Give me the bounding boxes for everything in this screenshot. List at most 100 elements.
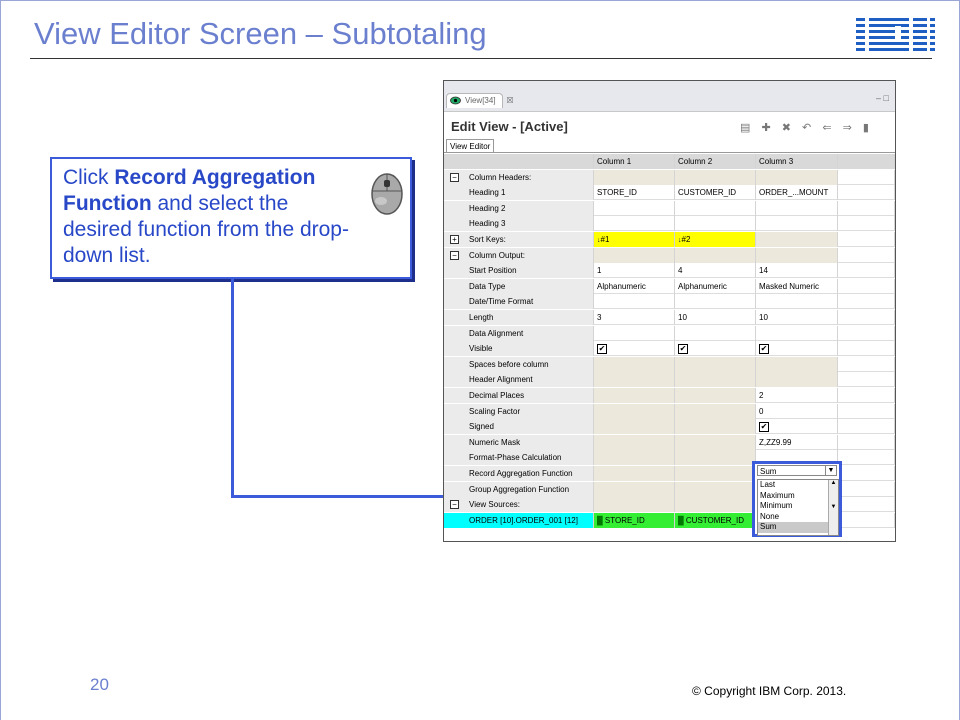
grid-cell[interactable]: ↓#1 <box>594 232 675 247</box>
left-arrow-icon[interactable]: ⇐ <box>822 122 835 134</box>
right-arrow-icon[interactable]: ⇒ <box>843 122 856 134</box>
save-icon[interactable]: ▤ <box>740 122 754 134</box>
row-label[interactable]: Format-Phase Calculation <box>444 450 594 466</box>
column-header[interactable]: Column 1 <box>594 154 675 169</box>
grid-cell[interactable]: Alphanumeric <box>675 278 756 294</box>
collapse-icon[interactable]: − <box>450 500 459 510</box>
chevron-down-icon[interactable]: ▼ <box>825 466 836 475</box>
grid-cell[interactable] <box>594 325 675 341</box>
checkbox[interactable]: ✔ <box>597 344 607 355</box>
row-label[interactable]: Data Type <box>444 278 594 294</box>
grid-cell[interactable] <box>675 216 756 232</box>
row-label[interactable]: Spaces before column <box>444 356 594 372</box>
grid-cell[interactable]: ✔ <box>594 341 675 357</box>
grid-cell[interactable] <box>756 169 838 185</box>
row-label[interactable]: Length <box>444 310 594 325</box>
row-label[interactable]: + Sort Keys: <box>444 232 594 247</box>
dropdown-option[interactable]: Sum <box>758 522 828 533</box>
view-tab[interactable]: View[34] ☒ <box>446 93 514 108</box>
grid-cell[interactable]: █ STORE_ID <box>594 512 675 528</box>
row-label[interactable]: Date/Time Format <box>444 294 594 310</box>
grid-cell[interactable] <box>675 200 756 216</box>
grid-cell[interactable] <box>594 294 675 310</box>
grid-cell[interactable]: Alphanumeric <box>594 278 675 294</box>
column-header[interactable]: Column 2 <box>675 154 756 169</box>
grid-cell[interactable] <box>675 403 756 419</box>
row-label[interactable]: Decimal Places <box>444 388 594 403</box>
grid-cell[interactable] <box>675 247 756 263</box>
grid-cell[interactable]: 14 <box>756 263 838 279</box>
grid-cell[interactable] <box>675 388 756 403</box>
expand-icon[interactable]: + <box>450 235 459 244</box>
dropdown-option[interactable]: None <box>758 512 828 523</box>
grid-cell[interactable]: 4 <box>675 263 756 279</box>
grid-cell[interactable] <box>756 216 838 232</box>
grid-cell[interactable] <box>594 200 675 216</box>
grid-cell[interactable] <box>594 434 675 450</box>
grid-cell[interactable]: ✔ <box>756 419 838 435</box>
grid-cell[interactable] <box>594 169 675 185</box>
grid-cell[interactable] <box>756 372 838 388</box>
grid-cell[interactable] <box>594 356 675 372</box>
grid-cell[interactable] <box>594 450 675 466</box>
row-label[interactable]: Numeric Mask <box>444 434 594 450</box>
aggregation-dropdown[interactable]: Sum ▼ ▲ ▼ Last Maximum Minimum None Sum <box>752 461 842 537</box>
grid-cell[interactable] <box>675 497 756 513</box>
grid-cell[interactable] <box>675 169 756 185</box>
row-label[interactable]: − View Sources: <box>444 497 594 513</box>
grid-cell[interactable]: Z,ZZ9.99 <box>756 434 838 450</box>
view-editor-tab[interactable]: View Editor <box>446 139 495 153</box>
grid-cell[interactable]: Masked Numeric <box>756 278 838 294</box>
grid-cell[interactable] <box>594 403 675 419</box>
row-label[interactable]: Signed <box>444 419 594 435</box>
grid-cell[interactable] <box>675 372 756 388</box>
grid-cell[interactable] <box>594 372 675 388</box>
dropdown-option[interactable]: Maximum <box>758 491 828 502</box>
grid-cell[interactable]: CUSTOMER_ID <box>675 185 756 201</box>
grid-cell[interactable] <box>594 466 675 481</box>
row-label[interactable]: Scaling Factor <box>444 403 594 419</box>
grid-cell[interactable] <box>594 247 675 263</box>
grid-cell[interactable] <box>675 294 756 310</box>
grid-cell[interactable] <box>675 356 756 372</box>
grid-cell[interactable] <box>756 356 838 372</box>
grid-cell[interactable] <box>675 466 756 481</box>
grid-cell[interactable]: 1 <box>594 263 675 279</box>
checkbox[interactable]: ✔ <box>759 422 769 433</box>
row-label[interactable]: Heading 2 <box>444 200 594 216</box>
grid-cell[interactable] <box>594 497 675 513</box>
row-label[interactable]: − Column Headers: <box>444 169 594 185</box>
grid-cell[interactable] <box>756 325 838 341</box>
grid-cell[interactable]: 3 <box>594 310 675 325</box>
dropdown-option[interactable]: Last <box>758 480 828 491</box>
close-tab-icon[interactable]: ☒ <box>506 94 513 108</box>
grid-cell[interactable]: 10 <box>756 310 838 325</box>
row-label[interactable]: Start Position <box>444 263 594 279</box>
grid-cell[interactable]: 0 <box>756 403 838 419</box>
delete-icon[interactable]: ✖ <box>782 122 795 134</box>
collapse-icon[interactable]: − <box>450 172 459 182</box>
stop-icon[interactable]: ▮ <box>863 122 873 134</box>
grid-cell[interactable] <box>675 481 756 497</box>
grid-cell[interactable] <box>675 434 756 450</box>
scrollbar[interactable]: ▲ ▼ <box>828 480 838 535</box>
aggregation-select[interactable]: Sum ▼ <box>757 465 837 476</box>
column-header[interactable]: Column 3 <box>756 154 838 169</box>
grid-cell[interactable] <box>675 325 756 341</box>
grid-cell[interactable] <box>756 247 838 263</box>
add-icon[interactable]: ✚ <box>761 122 774 134</box>
grid-cell[interactable]: STORE_ID <box>594 185 675 201</box>
grid-cell[interactable] <box>594 481 675 497</box>
row-label[interactable]: Data Alignment <box>444 325 594 341</box>
checkbox[interactable]: ✔ <box>678 344 688 355</box>
grid-cell[interactable]: ✔ <box>675 341 756 357</box>
row-label[interactable]: Record Aggregation Function <box>444 466 594 481</box>
checkbox[interactable]: ✔ <box>759 344 769 355</box>
undo-icon[interactable]: ↶ <box>802 122 815 134</box>
grid-cell[interactable] <box>594 216 675 232</box>
grid-cell[interactable]: ✔ <box>756 341 838 357</box>
row-label[interactable]: Group Aggregation Function <box>444 481 594 497</box>
window-controls[interactable]: – □ <box>876 93 889 103</box>
grid-cell[interactable]: ORDER_...MOUNT <box>756 185 838 201</box>
grid-cell[interactable] <box>594 388 675 403</box>
